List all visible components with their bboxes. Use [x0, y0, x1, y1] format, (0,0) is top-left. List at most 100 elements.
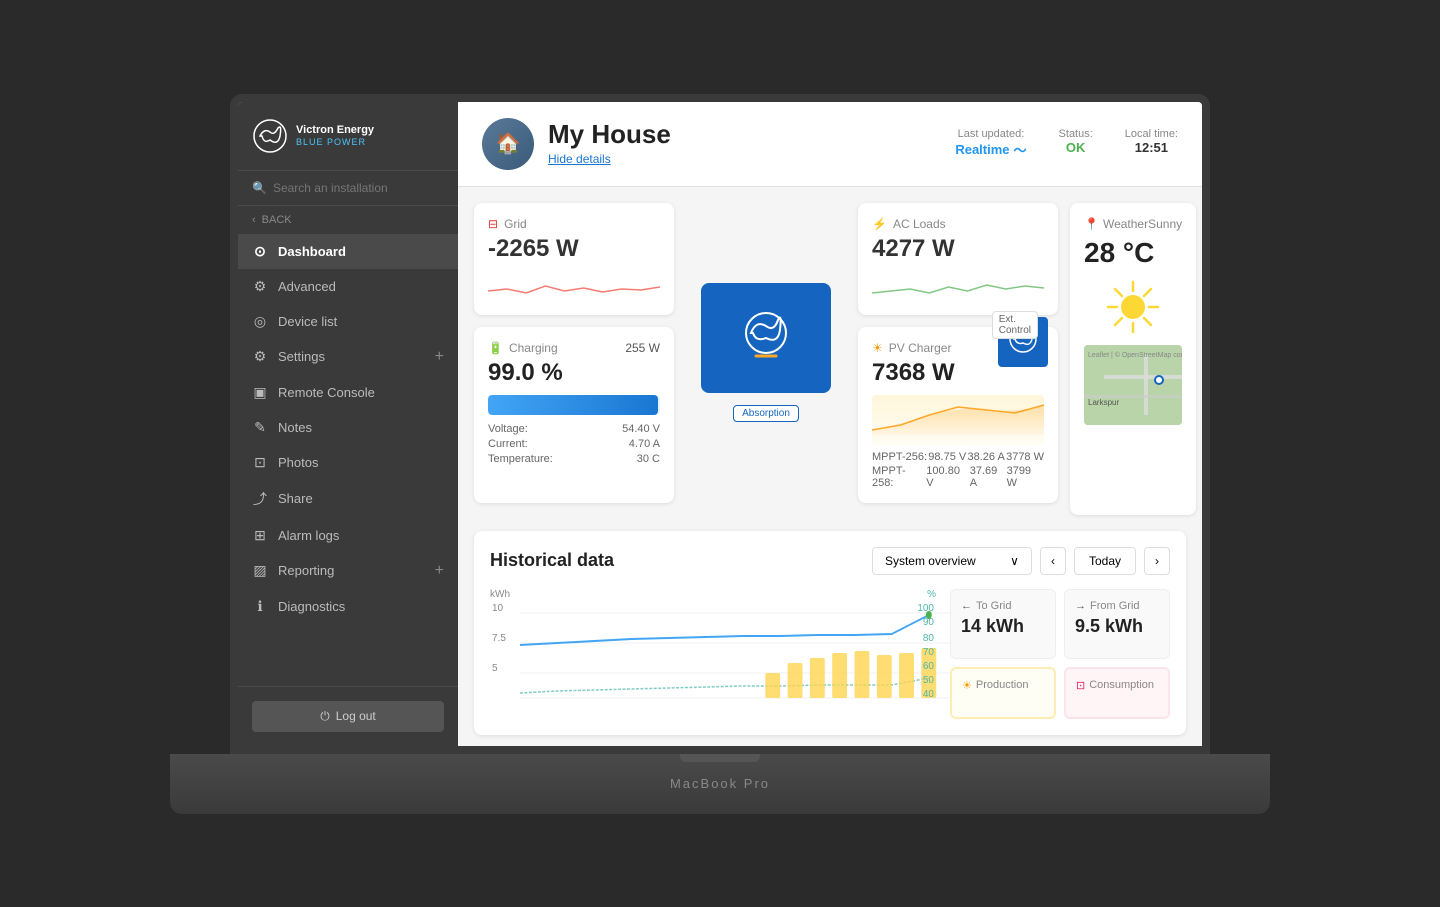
reporting-expand-icon[interactable]: +: [435, 562, 444, 580]
logo-area: Victron Energy BLUE POWER: [238, 102, 458, 171]
status-meta: Status: OK: [1059, 128, 1093, 155]
pv-sparkline-svg: [872, 395, 1044, 435]
house-avatar-image: 🏠: [482, 118, 534, 170]
sidebar-item-dashboard[interactable]: ⊙ Dashboard: [238, 234, 458, 269]
from-grid-value: 9.5 kWh: [1075, 616, 1159, 637]
logout-button[interactable]: ⏻ Log out: [252, 701, 444, 732]
system-overview-dropdown[interactable]: System overview ∨: [872, 547, 1032, 575]
remote-console-icon: ▣: [252, 384, 268, 401]
next-period-button[interactable]: ›: [1144, 547, 1170, 575]
settings-expand-icon[interactable]: +: [435, 348, 444, 366]
sidebar-item-photos[interactable]: ⊡ Photos: [238, 445, 458, 480]
weather-temperature: 28 °C: [1084, 237, 1182, 269]
search-box[interactable]: 🔍: [238, 171, 458, 206]
y-right-60: 60: [923, 661, 934, 672]
from-grid-arrow-icon: →: [1075, 600, 1086, 612]
y-right-50: 50: [923, 675, 934, 686]
dashboard-icon: ⊙: [252, 243, 268, 260]
weather-condition: Sunny: [1148, 217, 1182, 231]
pv-charger-icon: ☀: [872, 341, 883, 355]
y-right-40: 40: [923, 689, 934, 700]
inverter-card: [701, 283, 831, 393]
ac-loads-icon: ⚡: [872, 217, 887, 231]
device-list-icon: ◎: [252, 313, 268, 330]
realtime-wave-icon: 〜: [1014, 140, 1027, 159]
grid-card-title: ⊟ Grid: [488, 217, 660, 231]
battery-card: 🔋 Charging 255 W 99.0 % Voltage: 54.40 V: [474, 327, 674, 503]
sun-icon: [1103, 277, 1163, 337]
battery-icon: 🔋: [488, 341, 503, 355]
mppt1-row: MPPT-256: 98.75 V 38.26 A 3778 W: [872, 451, 1044, 463]
to-grid-value: 14 kWh: [961, 616, 1045, 637]
ac-loads-card: ⚡ AC Loads 4277 W: [858, 203, 1058, 315]
alarm-logs-icon: ⊞: [252, 527, 268, 544]
logo-text: Victron Energy BLUE POWER: [296, 123, 374, 149]
header-meta: Last updated: Realtime 〜 Status: OK Loca…: [955, 128, 1178, 159]
to-grid-label: ← To Grid: [961, 600, 1045, 612]
chart-y-label: kWh: [490, 589, 510, 600]
ac-loads-title: ⚡ AC Loads: [872, 217, 1044, 231]
from-grid-label: → From Grid: [1075, 600, 1159, 612]
laptop-screen: Victron Energy BLUE POWER 🔍 ‹ BACK ⊙ Das…: [230, 94, 1210, 754]
chart-y-right-label: %: [927, 589, 936, 600]
chart-area: kWh %: [490, 589, 1170, 719]
sidebar-bottom: ⏻ Log out: [238, 686, 458, 746]
ext-control-badge: Ext. Control: [992, 311, 1038, 339]
y-right-70: 70: [923, 647, 934, 658]
dashboard-header: 🏠 My House Hide details Last updated: Re…: [458, 102, 1202, 187]
grid-card-value: -2265 W: [488, 235, 660, 263]
weather-title: 📍 Weather: [1084, 217, 1148, 231]
pv-details: MPPT-256: 98.75 V 38.26 A 3778 W MPPT-25…: [872, 451, 1044, 489]
battery-card-title: 🔋 Charging 255 W: [488, 341, 660, 355]
search-input[interactable]: [273, 181, 444, 195]
dashboard-cards-grid: ⊟ Grid -2265 W: [458, 187, 1202, 531]
historical-header: Historical data System overview ∨ ‹ Toda…: [490, 547, 1170, 575]
sidebar-item-settings[interactable]: ⚙ Settings +: [238, 339, 458, 375]
hide-details-link[interactable]: Hide details: [548, 152, 611, 166]
grid-icon: ⊟: [488, 217, 498, 231]
sun-icon-container: [1084, 277, 1182, 337]
laptop-frame: Victron Energy BLUE POWER 🔍 ‹ BACK ⊙ Das…: [170, 94, 1270, 814]
sidebar-item-device-list[interactable]: ◎ Device list: [238, 304, 458, 339]
app-container: Victron Energy BLUE POWER 🔍 ‹ BACK ⊙ Das…: [238, 102, 1202, 746]
consumption-icon: ⊡: [1076, 679, 1085, 692]
sidebar-item-advanced[interactable]: ⚙ Advanced: [238, 269, 458, 304]
sidebar-item-notes[interactable]: ✎ Notes: [238, 410, 458, 445]
main-content: 🏠 My House Hide details Last updated: Re…: [458, 102, 1202, 746]
pv-charger-card: Ext. Control ☀ PV Charger 7368 W: [858, 327, 1058, 503]
sidebar-item-reporting[interactable]: ▨ Reporting +: [238, 553, 458, 589]
photos-icon: ⊡: [252, 454, 268, 471]
battery-fill: [488, 395, 658, 415]
y-right-100: 100: [917, 603, 934, 614]
svg-text:Larkspur: Larkspur: [1088, 398, 1119, 407]
svg-text:Leaflet | © OpenStreetMap cont: Leaflet | © OpenStreetMap contributors: [1088, 351, 1182, 359]
power-icon: ⏻: [320, 709, 330, 724]
chart-svg: [520, 603, 966, 713]
sidebar-item-diagnostics[interactable]: ℹ Diagnostics: [238, 589, 458, 624]
battery-power: 255 W: [625, 341, 660, 355]
victron-logo-icon: [252, 118, 288, 154]
prev-period-button[interactable]: ‹: [1040, 547, 1066, 575]
sidebar: Victron Energy BLUE POWER 🔍 ‹ BACK ⊙ Das…: [238, 102, 458, 746]
battery-voltage-row: Voltage: 54.40 V: [488, 423, 660, 435]
absorption-badge: Absorption: [733, 405, 799, 422]
consumption-label: ⊡ Consumption: [1076, 679, 1158, 692]
y-right-90: 90: [923, 617, 934, 628]
chart-canvas: kWh %: [490, 589, 936, 719]
sidebar-item-alarm-logs[interactable]: ⊞ Alarm logs: [238, 518, 458, 553]
advanced-icon: ⚙: [252, 278, 268, 295]
ac-loads-mini-chart: [872, 271, 1044, 301]
share-icon: ⤴: [252, 489, 268, 509]
chevron-down-icon: ∨: [1010, 554, 1019, 568]
production-label: ☀ Production: [962, 679, 1044, 692]
mppt2-row: MPPT-258: 100.80 V 37.69 A 3799 W: [872, 465, 1044, 489]
chart-main: kWh %: [490, 589, 936, 719]
laptop-base: MacBook Pro: [170, 754, 1270, 814]
nav-back-button[interactable]: ‹ BACK: [238, 206, 458, 234]
sidebar-item-share[interactable]: ⤴ Share: [238, 480, 458, 518]
realtime-value: Realtime 〜: [955, 140, 1026, 159]
today-button[interactable]: Today: [1074, 547, 1136, 575]
ac-loads-value: 4277 W: [872, 235, 1044, 263]
sidebar-item-remote-console[interactable]: ▣ Remote Console: [238, 375, 458, 410]
pv-mini-chart: [872, 395, 1044, 445]
